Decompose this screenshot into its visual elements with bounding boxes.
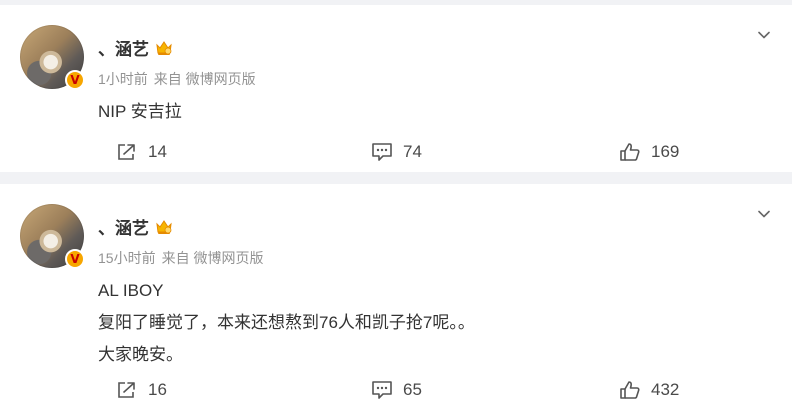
weibo-post: V 、涵艺 15小时前 来自 微博网页版 AL IBOY 复阳了睡觉了，本来还想… xyxy=(0,184,792,410)
weibo-post: V 、涵艺 1小时前 来自 微博网页版 NIP 安吉拉 14 74 169 xyxy=(0,5,792,172)
like-icon xyxy=(619,380,641,400)
comment-icon xyxy=(371,380,393,400)
post-meta: 15小时前 来自 微博网页版 xyxy=(98,248,263,268)
chevron-down-icon[interactable] xyxy=(756,27,772,43)
post-meta: 1小时前 来自 微博网页版 xyxy=(98,69,256,89)
post-time[interactable]: 1小时前 xyxy=(98,69,148,89)
repost-icon xyxy=(116,380,138,400)
comment-icon xyxy=(371,142,393,162)
post-text-line: NIP 安吉拉 xyxy=(98,102,182,121)
author-row: 、涵艺 xyxy=(98,35,173,60)
verified-badge: V xyxy=(65,249,85,269)
avatar[interactable]: V xyxy=(20,25,85,90)
post-text-line: 复阳了睡觉了，本来还想熬到76人和凯子抢7呢。。 xyxy=(98,313,475,332)
author-row: 、涵艺 xyxy=(98,214,173,239)
post-actions: 16 65 432 xyxy=(0,370,792,410)
post-source: 来自 微博网页版 xyxy=(153,71,256,87)
repost-icon xyxy=(116,142,138,162)
like-button[interactable]: 169 xyxy=(619,132,679,172)
comment-count: 74 xyxy=(403,142,422,161)
post-actions: 14 74 169 xyxy=(0,132,792,172)
crown-icon[interactable] xyxy=(155,219,173,235)
avatar[interactable]: V xyxy=(20,204,85,269)
repost-button[interactable]: 16 xyxy=(116,370,167,410)
like-count: 432 xyxy=(651,380,680,399)
verified-badge: V xyxy=(65,70,85,90)
repost-button[interactable]: 14 xyxy=(116,132,167,172)
post-time[interactable]: 15小时前 xyxy=(98,248,156,268)
post-content: AL IBOY 复阳了睡觉了，本来还想熬到76人和凯子抢7呢。。 大家晚安。 xyxy=(98,275,475,371)
post-text-line: 大家晚安。 xyxy=(98,345,183,364)
author-name[interactable]: 、涵艺 xyxy=(98,214,149,239)
comment-button[interactable]: 65 xyxy=(371,370,422,410)
like-icon xyxy=(619,142,641,162)
comment-count: 65 xyxy=(403,380,422,399)
chevron-down-icon[interactable] xyxy=(756,206,772,222)
like-count: 169 xyxy=(651,142,680,161)
comment-button[interactable]: 74 xyxy=(371,132,422,172)
post-text-line: AL IBOY xyxy=(98,281,164,300)
post-source: 来自 微博网页版 xyxy=(161,250,264,266)
post-content: NIP 安吉拉 xyxy=(98,96,182,128)
like-button[interactable]: 432 xyxy=(619,370,679,410)
author-name[interactable]: 、涵艺 xyxy=(98,35,149,60)
repost-count: 16 xyxy=(148,380,167,399)
repost-count: 14 xyxy=(148,142,167,161)
crown-icon[interactable] xyxy=(155,40,173,56)
